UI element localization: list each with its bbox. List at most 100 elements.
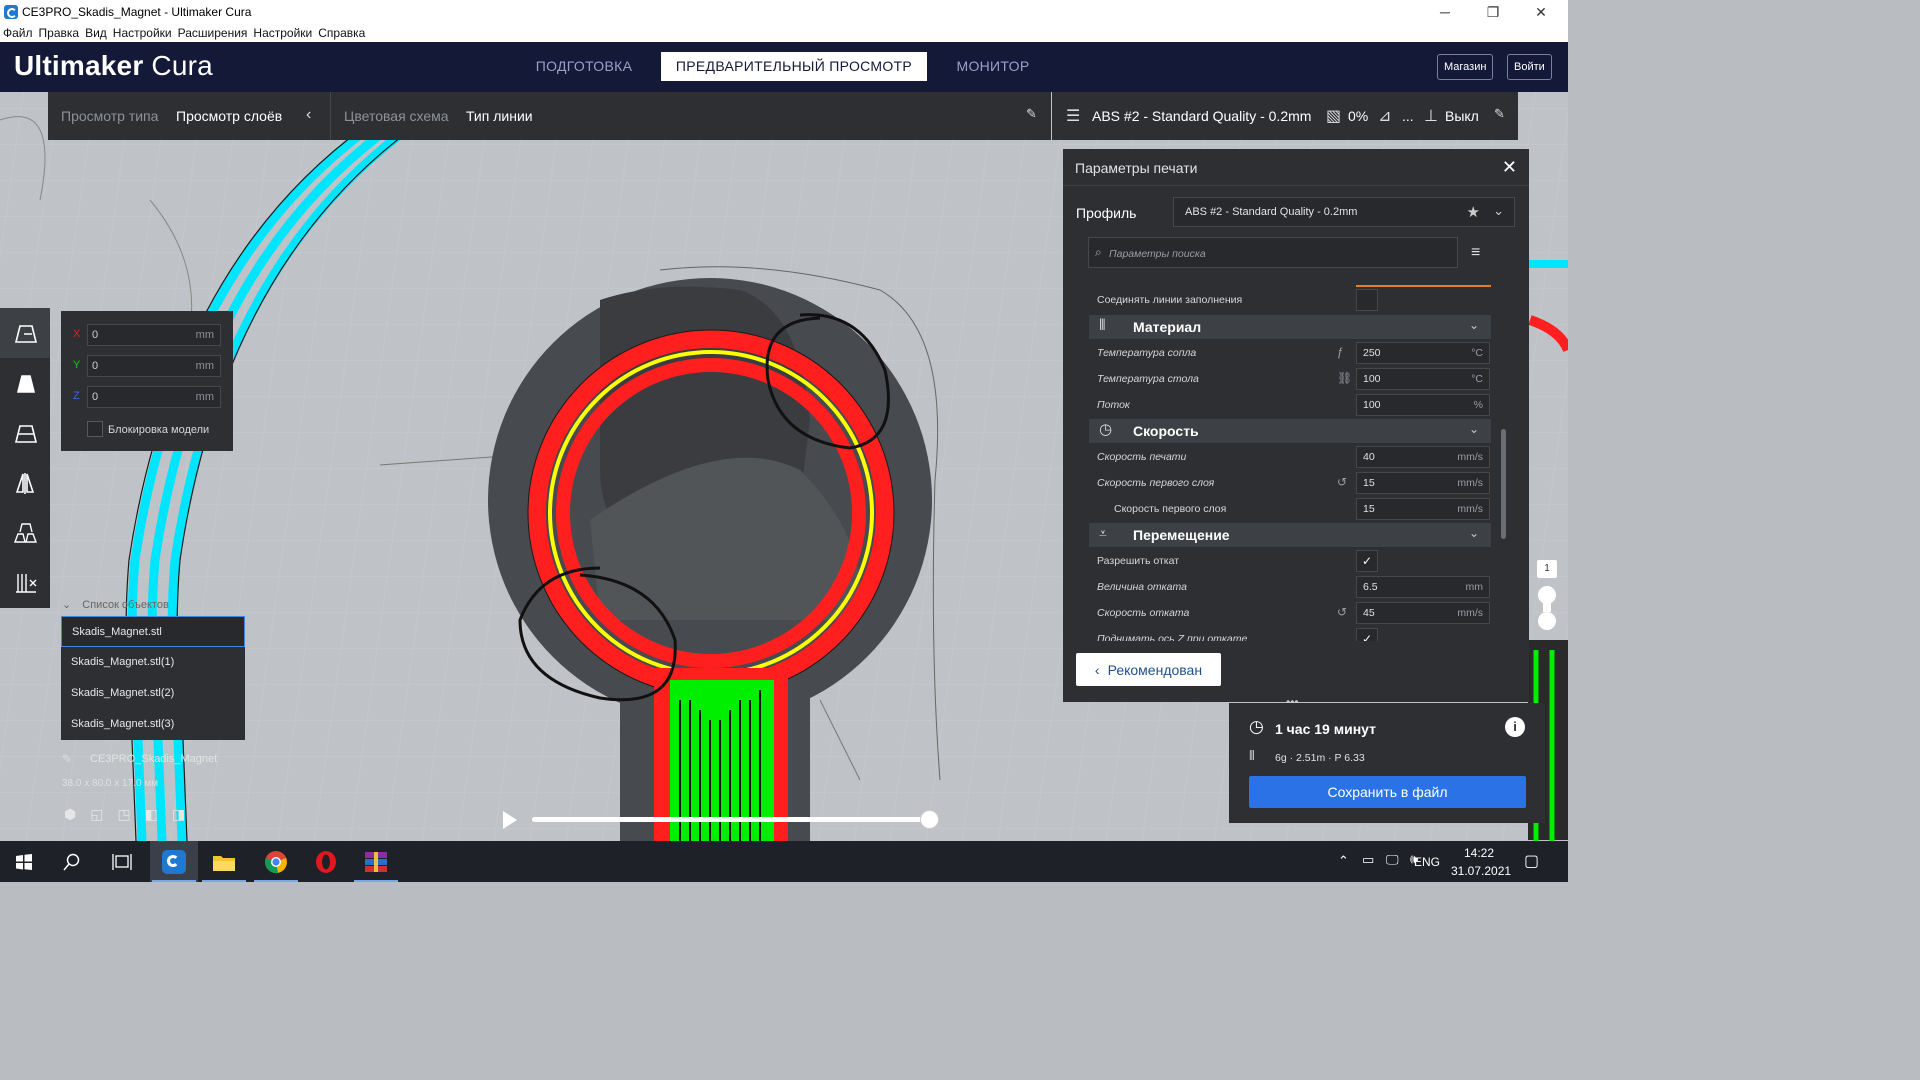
right-view-icon[interactable]: ◨: [172, 806, 185, 823]
setting-nozzle-temp: Температура сопла ƒ 250 °C: [1097, 342, 1491, 366]
connect-infill-checkbox[interactable]: [1356, 289, 1378, 311]
profile-select[interactable]: ABS #2 - Standard Quality - 0.2mm ★ ⌄: [1173, 197, 1515, 227]
print-profile[interactable]: ABS #2 - Standard Quality - 0.2mm: [1092, 108, 1311, 124]
pencil-icon[interactable]: ✎: [1494, 106, 1505, 122]
pencil-icon[interactable]: ✎: [1026, 106, 1037, 122]
category-material[interactable]: ⦀ Материал ⌄: [1089, 315, 1491, 339]
settings-scroll-area[interactable]: Соединять линии заполнения ⦀ Материал ⌄ …: [1063, 277, 1503, 641]
search-input[interactable]: ⌕ Параметры поиска: [1088, 237, 1458, 268]
color-scheme-select[interactable]: Тип линии: [466, 108, 533, 124]
z-input[interactable]: 0 mm: [87, 386, 221, 408]
maximize-button[interactable]: ❐: [1470, 0, 1516, 24]
menu-edit[interactable]: Правка: [39, 26, 80, 40]
color-scheme-label: Цветовая схема: [344, 108, 449, 124]
pencil-icon[interactable]: ✎: [62, 752, 72, 766]
sign-in-button[interactable]: Войти: [1507, 54, 1552, 80]
category-speed[interactable]: ◷ Скорость ⌄: [1089, 419, 1491, 443]
search-button[interactable]: [48, 841, 96, 882]
mirror-tool[interactable]: [0, 458, 50, 508]
nozzle-temp-input[interactable]: 250 °C: [1356, 342, 1490, 364]
list-item[interactable]: Skadis_Magnet.stl(2): [61, 678, 245, 709]
support-blocker-tool[interactable]: [0, 558, 50, 608]
list-item[interactable]: Skadis_Magnet.stl: [61, 616, 245, 647]
divider: [330, 92, 331, 140]
taskbar-cura[interactable]: [150, 841, 198, 882]
retraction-speed-input[interactable]: 45 mm/s: [1356, 602, 1490, 624]
retraction-distance-input[interactable]: 6.5 mm: [1356, 576, 1490, 598]
rotate-tool[interactable]: [0, 408, 50, 458]
scale-tool[interactable]: [0, 358, 50, 408]
save-to-file-button[interactable]: Сохранить в файл: [1249, 776, 1526, 808]
setting-bed-temp: Температура стола ⛓ 100 °C: [1097, 368, 1491, 392]
simulation-track[interactable]: [532, 817, 930, 822]
x-input[interactable]: 0 mm: [87, 324, 221, 346]
scrollbar-thumb[interactable]: [1501, 429, 1506, 539]
start-button[interactable]: [0, 841, 48, 882]
list-item[interactable]: Skadis_Magnet.stl(1): [61, 647, 245, 678]
taskbar-winrar[interactable]: [352, 841, 400, 882]
category-travel[interactable]: ⩡ Перемещение ⌄: [1089, 523, 1491, 547]
menu-help[interactable]: Справка: [318, 26, 365, 40]
function-icon[interactable]: ƒ: [1337, 345, 1344, 359]
battery-icon[interactable]: ▭: [1362, 852, 1374, 868]
menu-preferences[interactable]: Настройки: [253, 26, 312, 40]
setting-retraction-speed: Скорость отката ↺ 45 mm/s: [1097, 602, 1491, 626]
print-speed-input[interactable]: 40 mm/s: [1356, 446, 1490, 468]
menu-file[interactable]: Файл: [3, 26, 33, 40]
move-tool[interactable]: [0, 308, 50, 358]
front-view-icon[interactable]: ◱: [90, 806, 103, 823]
top-view-icon[interactable]: ◳: [117, 806, 130, 823]
tab-prepare[interactable]: ПОДГОТОВКА: [520, 52, 648, 81]
mirror-icon: [15, 473, 35, 494]
star-icon[interactable]: ★: [1467, 203, 1480, 221]
view-type-select[interactable]: Просмотр слоёв: [176, 108, 282, 124]
info-icon[interactable]: i: [1505, 717, 1525, 737]
layer-slider-lower-handle[interactable]: [1538, 612, 1556, 630]
taskbar-explorer[interactable]: [200, 841, 248, 882]
menu-settings[interactable]: Настройки: [113, 26, 172, 40]
flow-input[interactable]: 100%: [1356, 394, 1490, 416]
chevron-left-icon[interactable]: ‹: [306, 106, 311, 124]
settings-menu-icon[interactable]: ≡: [1471, 244, 1480, 262]
bed-temp-input[interactable]: 100 °C: [1356, 368, 1490, 390]
tab-preview[interactable]: ПРЕДВАРИТЕЛЬНЫЙ ПРОСМОТР: [661, 52, 927, 81]
menu-view[interactable]: Вид: [85, 26, 107, 40]
link-icon[interactable]: ⛓: [1337, 371, 1352, 385]
print-setup-bar[interactable]: ☰ ABS #2 - Standard Quality - 0.2mm ▧ 0%…: [1052, 92, 1518, 140]
menu-extensions[interactable]: Расширения: [178, 26, 248, 40]
lock-model-checkbox[interactable]: [87, 421, 103, 437]
layer-slider[interactable]: 1: [1536, 560, 1558, 640]
left-view-icon[interactable]: ◧: [145, 806, 158, 823]
close-window-button[interactable]: ✕: [1518, 0, 1564, 24]
3d-view-icon[interactable]: ⬢: [64, 806, 76, 823]
reset-icon[interactable]: ↺: [1337, 475, 1347, 489]
y-input[interactable]: 0 mm: [87, 355, 221, 377]
clock-date[interactable]: 31.07.2021: [1451, 864, 1511, 878]
retraction-checkbox[interactable]: ✓: [1356, 550, 1378, 572]
panel-title: Параметры печати: [1075, 160, 1198, 176]
list-item[interactable]: Skadis_Magnet.stl(3): [61, 709, 245, 740]
tab-monitor[interactable]: МОНИТОР: [942, 52, 1044, 81]
close-icon[interactable]: ✕: [1502, 157, 1517, 178]
z-hop-checkbox[interactable]: ✓: [1356, 628, 1378, 641]
per-model-settings-tool[interactable]: [0, 508, 50, 558]
reset-icon[interactable]: ↺: [1337, 605, 1347, 619]
taskbar-chrome[interactable]: [252, 841, 300, 882]
layer-number[interactable]: 1: [1537, 560, 1557, 578]
object-list-header[interactable]: ⌄ Список объектов: [62, 598, 169, 611]
clock-time[interactable]: 14:22: [1464, 846, 1494, 860]
minimize-button[interactable]: ─: [1422, 0, 1468, 24]
cura-header: Ultimaker Cura ПОДГОТОВКА ПРЕДВАРИТЕЛЬНЫ…: [0, 42, 1568, 92]
notification-icon[interactable]: ▢: [1524, 851, 1539, 871]
simulation-handle[interactable]: [920, 810, 939, 829]
input-language[interactable]: ENG: [1414, 855, 1440, 869]
marketplace-button[interactable]: Магазин: [1437, 54, 1494, 80]
recommended-button[interactable]: ‹ Рекомендован: [1076, 653, 1221, 686]
task-view-button[interactable]: [98, 841, 146, 882]
network-icon[interactable]: 🖵: [1386, 852, 1399, 868]
first-layer-speed-child-input[interactable]: 15 mm/s: [1356, 498, 1490, 520]
chevron-up-icon[interactable]: ⌃: [1338, 853, 1349, 869]
taskbar-opera[interactable]: [302, 841, 350, 882]
first-layer-speed-input[interactable]: 15 mm/s: [1356, 472, 1490, 494]
play-icon[interactable]: [500, 809, 520, 831]
